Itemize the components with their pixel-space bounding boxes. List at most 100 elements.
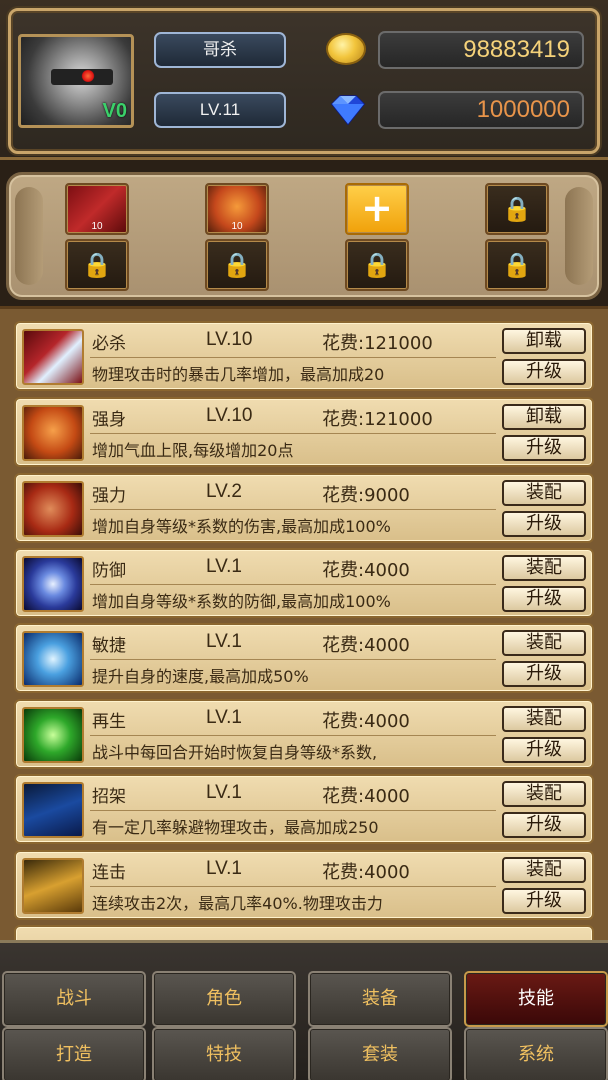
skill-description: 有一定几率躲避物理攻击，最高加成250 [92, 818, 379, 837]
divider [90, 357, 496, 358]
skill-level: LV.1 [206, 556, 242, 577]
nav-system[interactable]: 系统 [464, 1027, 608, 1080]
upgrade-button[interactable]: 升级 [502, 359, 586, 385]
skill-row-qiangli: 强力 LV.2 花费:9000 增加自身等级*系数的伤害,最高加成100% 装配… [14, 473, 594, 543]
equip-button[interactable]: 装配 [502, 555, 586, 581]
padlock-icon: 🔒 [502, 251, 532, 279]
skill-row-bisha: 必杀 LV.10 花费:121000 物理攻击时的暴击几率增加，最高加成20 卸… [14, 321, 594, 391]
zhaojia-skill-icon [22, 782, 84, 838]
skill-level: LV.1 [206, 707, 242, 728]
skill-description: 增加自身等级*系数的伤害,最高加成100% [92, 517, 391, 536]
upgrade-button[interactable]: 升级 [502, 586, 586, 612]
add-slot-button[interactable]: + [345, 183, 409, 235]
nav-special-skills[interactable]: 特技 [152, 1027, 296, 1080]
player-avatar[interactable]: V0 [18, 34, 134, 128]
divider [90, 659, 496, 660]
nav-skills[interactable]: 技能 [464, 971, 608, 1027]
plus-icon: + [361, 186, 393, 230]
skill-row-minjie: 敏捷 LV.1 花费:4000 提升自身的速度,最高加成50% 装配 升级 [14, 623, 594, 693]
slot-locked[interactable]: 🔒 [485, 239, 549, 291]
qiangshen-skill-icon [22, 405, 84, 461]
gem-amount: 1000000 [378, 91, 584, 129]
qiangli-skill-icon [22, 481, 84, 537]
lianji-skill-icon [22, 858, 84, 914]
skill-description: 增加自身等级*系数的防御,最高加成100% [92, 592, 391, 611]
skill-level: LV.1 [206, 782, 242, 803]
divider [90, 509, 496, 510]
equip-button[interactable]: 装配 [502, 630, 586, 656]
slot-locked[interactable]: 🔒 [345, 239, 409, 291]
minjie-skill-icon [22, 631, 84, 687]
skill-cost: 花费:9000 [322, 485, 410, 506]
skill-row-fangyu: 防御 LV.1 花费:4000 增加自身等级*系数的防御,最高加成100% 装配… [14, 548, 594, 618]
blue-diamond-icon [326, 92, 370, 126]
nav-battle[interactable]: 战斗 [2, 971, 146, 1027]
bisha-skill-icon [22, 329, 84, 385]
upgrade-button[interactable]: 升级 [502, 888, 586, 914]
upgrade-button[interactable]: 升级 [502, 661, 586, 687]
padlock-icon: 🔒 [222, 251, 252, 279]
player-level: LV.11 [154, 92, 286, 128]
divider [90, 584, 496, 585]
divider [90, 810, 496, 811]
slot-locked[interactable]: 🔒 [65, 239, 129, 291]
equip-button[interactable]: 装配 [502, 857, 586, 883]
skill-name: 强力 [92, 486, 126, 506]
skill-level: LV.1 [206, 631, 242, 652]
skill-cost: 花费:4000 [322, 862, 410, 883]
skill-description: 战斗中每回合开始时恢复自身等级*系数, [92, 743, 378, 762]
player-name: 哥杀 [154, 32, 286, 68]
nav-sets[interactable]: 套装 [308, 1027, 452, 1080]
panel-right-ornament [565, 187, 593, 285]
skill-name: 招架 [92, 787, 126, 807]
equip-button[interactable]: 装配 [502, 480, 586, 506]
skill-cost: 花费:121000 [322, 333, 433, 354]
divider [90, 886, 496, 887]
skill-level: LV.10 [206, 405, 253, 426]
slot-locked[interactable]: 🔒 [205, 239, 269, 291]
gold-amount: 98883419 [378, 31, 584, 69]
skill-row-qiangshen: 强身 LV.10 花费:121000 增加气血上限,每级增加20点 卸载 升级 [14, 397, 594, 467]
padlock-icon: 🔒 [362, 251, 392, 279]
skill-description: 增加气血上限,每级增加20点 [92, 441, 294, 460]
player-header: V0 哥杀 LV.11 98883419 1000000 [0, 0, 608, 160]
equip-button[interactable]: 装配 [502, 706, 586, 732]
nav-equipment[interactable]: 装备 [308, 971, 452, 1027]
bottom-navigation: 战斗 角色 装备 技能 打造 特技 套装 系统 [0, 940, 608, 1080]
skill-name: 敏捷 [92, 636, 126, 656]
gold-coin-icon [326, 33, 366, 65]
skill-cost: 花费:4000 [322, 786, 410, 807]
upgrade-button[interactable]: 升级 [502, 812, 586, 838]
skill-row-zaisheng: 再生 LV.1 花费:4000 战斗中每回合开始时恢复自身等级*系数, 装配 升… [14, 699, 594, 769]
upgrade-button[interactable]: 升级 [502, 737, 586, 763]
slot-count: 10 [231, 221, 243, 232]
skill-level: LV.2 [206, 481, 242, 502]
skill-description: 物理攻击时的暴击几率增加，最高加成20 [92, 365, 385, 384]
slot-1[interactable]: 10 [65, 183, 129, 235]
vip-badge: V0 [102, 100, 127, 122]
skill-cost: 花费:4000 [322, 711, 410, 732]
skill-level: LV.1 [206, 858, 242, 879]
slot-locked[interactable]: 🔒 [485, 183, 549, 235]
skill-description: 提升自身的速度,最高加成50% [92, 667, 309, 686]
nav-character[interactable]: 角色 [152, 971, 296, 1027]
panel-left-ornament [15, 187, 43, 285]
skill-cost: 花费:4000 [322, 635, 410, 656]
skill-name: 再生 [92, 712, 126, 732]
nav-forge[interactable]: 打造 [2, 1027, 146, 1080]
skill-row-zhaojia: 招架 LV.1 花费:4000 有一定几率躲避物理攻击，最高加成250 装配 升… [14, 774, 594, 844]
unequip-button[interactable]: 卸载 [502, 404, 586, 430]
unequip-button[interactable]: 卸载 [502, 328, 586, 354]
skill-cost: 花费:4000 [322, 560, 410, 581]
skill-list[interactable]: 必杀 LV.10 花费:121000 物理攻击时的暴击几率增加，最高加成20 卸… [0, 306, 608, 940]
fangyu-skill-icon [22, 556, 84, 612]
upgrade-button[interactable]: 升级 [502, 511, 586, 537]
skill-name: 防御 [92, 561, 126, 581]
skill-name: 强身 [92, 410, 126, 430]
skill-row-partial [14, 925, 594, 940]
padlock-icon: 🔒 [82, 251, 112, 279]
slot-2[interactable]: 10 [205, 183, 269, 235]
equip-button[interactable]: 装配 [502, 781, 586, 807]
upgrade-button[interactable]: 升级 [502, 435, 586, 461]
skill-row-lianji: 连击 LV.1 花费:4000 连续攻击2次，最高几率40%.物理攻击力 装配 … [14, 850, 594, 920]
